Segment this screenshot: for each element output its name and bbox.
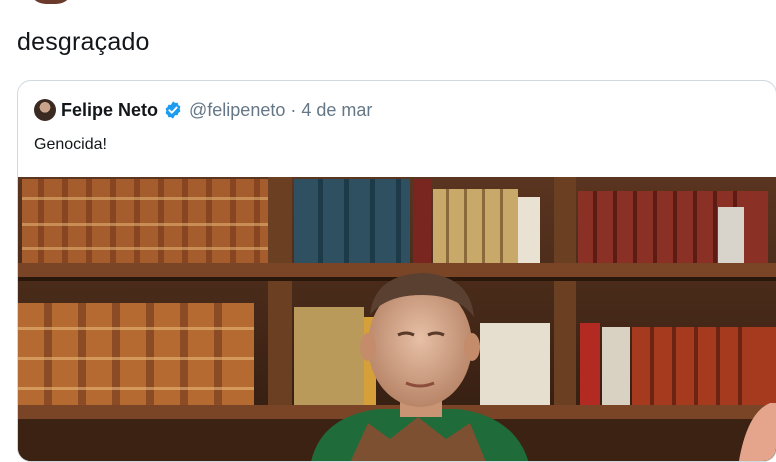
tweet-text: desgraçado	[17, 28, 150, 56]
quoted-tweet-header: Felipe Neto @felipeneto · 4 de mar	[34, 98, 372, 122]
quoted-author-avatar[interactable]	[34, 99, 56, 121]
quoted-tweet-date[interactable]: 4 de mar	[301, 100, 372, 121]
quoted-tweet-text: Genocida!	[34, 136, 107, 153]
quoted-tweet-card[interactable]: Felipe Neto @felipeneto · 4 de mar Genoc…	[17, 80, 776, 462]
separator-dot: ·	[290, 99, 297, 120]
quoted-author-handle[interactable]: @felipeneto	[189, 100, 285, 121]
tweet-author-avatar[interactable]	[28, 0, 74, 4]
quoted-tweet-media[interactable]	[18, 177, 776, 461]
media-image	[18, 177, 776, 461]
quoted-author-name[interactable]: Felipe Neto	[61, 100, 158, 121]
verified-badge-icon	[165, 101, 181, 119]
